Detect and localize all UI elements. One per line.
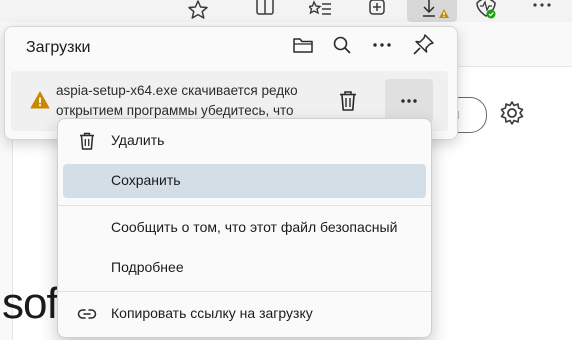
delete-download-icon[interactable]	[333, 86, 363, 116]
menu-item-keep[interactable]: Сохранить	[63, 164, 426, 198]
menu-item-label: Подробнее	[111, 259, 184, 275]
menu-item-delete[interactable]: Удалить	[63, 124, 426, 158]
menu-item-report-safe[interactable]: Сообщить о том, что этот файл безопасный	[63, 211, 426, 245]
menu-item-label: Копировать ссылку на загрузку	[111, 305, 313, 321]
download-context-menu: Удалить Сохранить Сообщить о том, что эт…	[57, 118, 432, 338]
download-more-actions-button[interactable]	[385, 79, 433, 123]
menu-item-copy-link[interactable]: Копировать ссылку на загрузку	[63, 297, 426, 331]
more-options-icon[interactable]	[368, 31, 396, 59]
menu-item-label: Сообщить о том, что этот файл безопасный	[111, 219, 398, 235]
split-screen-icon[interactable]	[253, 0, 277, 20]
menu-item-label: Сохранить	[111, 172, 181, 188]
ellipsis-icon	[401, 99, 417, 103]
link-icon	[77, 304, 97, 324]
browser-toolbar	[0, 0, 572, 22]
browser-essentials-icon[interactable]	[474, 0, 498, 20]
downloads-button[interactable]	[407, 0, 457, 22]
favorites-icon[interactable]	[309, 0, 333, 20]
warning-icon	[30, 90, 50, 110]
menu-separator	[58, 205, 431, 206]
trash-icon	[77, 131, 97, 151]
open-folder-icon[interactable]	[289, 31, 317, 59]
gear-icon[interactable]	[498, 99, 526, 127]
menu-item-label: Удалить	[111, 132, 165, 148]
search-icon[interactable]	[328, 31, 356, 59]
collections-icon[interactable]	[365, 0, 389, 20]
menu-separator	[58, 291, 431, 292]
favorite-star-icon[interactable]	[186, 0, 210, 20]
background-heading: sof	[2, 279, 59, 328]
settings-more-icon[interactable]	[530, 0, 554, 20]
downloads-title: Загрузки	[26, 39, 91, 56]
download-status-line-1: aspia-setup-x64.exe скачивается редко	[56, 83, 298, 98]
menu-item-learn-more[interactable]: Подробнее	[63, 251, 426, 285]
pin-icon[interactable]	[409, 31, 437, 59]
